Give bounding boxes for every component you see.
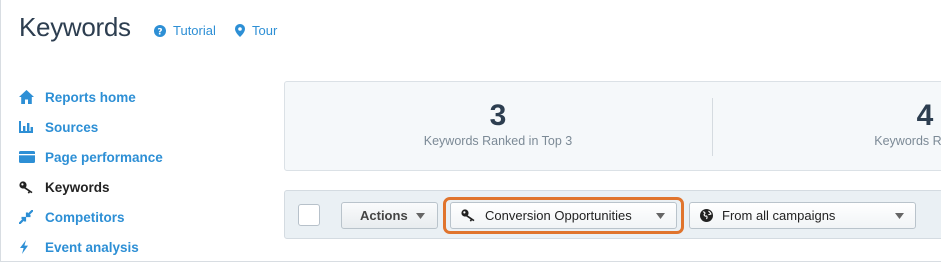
- lightning-icon: [19, 240, 45, 254]
- tutorial-label: Tutorial: [173, 23, 216, 38]
- sidebar-item-label: Keywords: [45, 179, 110, 195]
- stat-value: 3: [489, 99, 507, 132]
- stat-top3: 3 Keywords Ranked in Top 3: [418, 99, 578, 149]
- map-pin-icon: [235, 24, 245, 37]
- reports-sidebar: Reports home Sources Page performance Ke…: [19, 82, 259, 262]
- svg-text:?: ?: [157, 27, 162, 37]
- home-icon: [19, 90, 45, 104]
- caret-down-icon: [895, 213, 904, 219]
- campaign-filter-value: From all campaigns: [722, 208, 836, 223]
- conversion-filter-select[interactable]: Conversion Opportunities: [450, 202, 677, 229]
- stat-label: Keywords Ranked in Top 3: [423, 134, 573, 148]
- tutorial-link[interactable]: ? Tutorial: [154, 23, 216, 38]
- stat-value: 4: [916, 99, 934, 132]
- globe-icon: [700, 209, 713, 222]
- campaign-filter-select[interactable]: From all campaigns: [689, 202, 916, 229]
- stats-divider: [712, 98, 713, 156]
- page-title: Keywords: [19, 12, 131, 42]
- app-frame: Keywords ? Tutorial Tour Reports home So…: [0, 0, 941, 262]
- stat-label: Keywords Ranked: [874, 134, 941, 148]
- keywords-toolbar: Actions Conversion Opportunities From al…: [284, 190, 941, 239]
- key-icon: [19, 180, 45, 194]
- tour-label: Tour: [252, 23, 278, 38]
- caret-down-icon: [416, 213, 425, 219]
- sidebar-item-reports-home[interactable]: Reports home: [19, 82, 259, 112]
- question-circle-icon: ?: [154, 24, 166, 37]
- select-all-checkbox[interactable]: [298, 204, 320, 226]
- caret-down-icon: [656, 213, 665, 219]
- tour-link[interactable]: Tour: [235, 23, 277, 38]
- compress-arrows-icon: [19, 210, 45, 224]
- wrench-icon: [461, 209, 475, 222]
- bar-chart-icon: [19, 121, 45, 133]
- sidebar-item-label: Page performance: [45, 149, 163, 165]
- actions-label: Actions: [360, 208, 408, 223]
- keyword-stats-panel: 3 Keywords Ranked in Top 3 4 Keywords Ra…: [284, 81, 941, 171]
- sidebar-item-page-performance[interactable]: Page performance: [19, 142, 259, 172]
- sidebar-item-label: Competitors: [45, 209, 125, 225]
- conversion-filter-value: Conversion Opportunities: [485, 208, 632, 223]
- page-icon: [19, 151, 45, 163]
- sidebar-item-keywords[interactable]: Keywords: [19, 172, 259, 202]
- sidebar-item-label: Sources: [45, 119, 99, 135]
- sidebar-item-event-analysis[interactable]: Event analysis: [19, 232, 259, 262]
- sidebar-item-competitors[interactable]: Competitors: [19, 202, 259, 232]
- actions-dropdown-button[interactable]: Actions: [341, 202, 438, 229]
- stat-ranked: 4 Keywords Ranked: [845, 99, 941, 149]
- sidebar-item-label: Reports home: [45, 89, 136, 105]
- sidebar-item-sources[interactable]: Sources: [19, 112, 259, 142]
- sidebar-item-label: Event analysis: [45, 239, 139, 255]
